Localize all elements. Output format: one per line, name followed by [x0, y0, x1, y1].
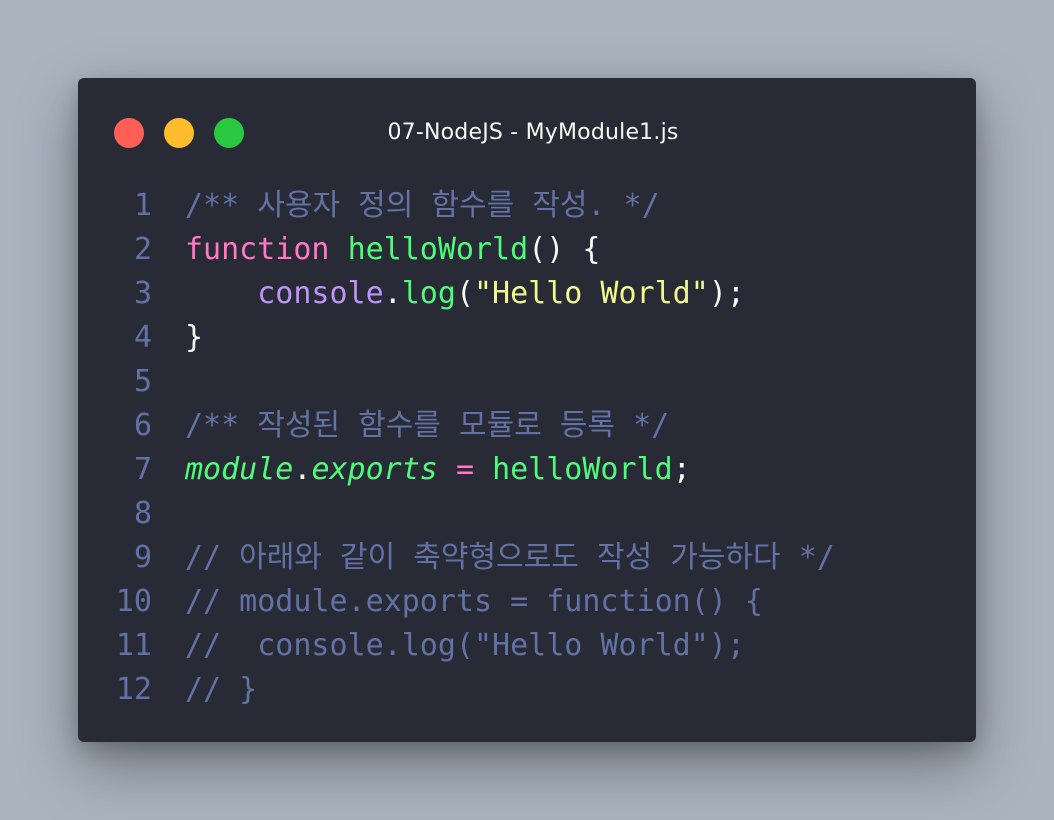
- line-number: 8: [133, 496, 152, 531]
- line-number: 1: [133, 188, 152, 223]
- code-token: (: [455, 276, 474, 311]
- window-title: 07-NodeJS - MyModule1.js: [387, 120, 679, 145]
- line-number: 12: [115, 672, 152, 707]
- code-text: module.exports = helloWorld;: [185, 448, 691, 492]
- code-token: );: [708, 276, 745, 311]
- code-token: "Hello World": [474, 276, 709, 311]
- line-number: 4: [133, 320, 152, 355]
- code-token: /** 작성된 함수를 모듈로 등록 */: [185, 408, 670, 443]
- code-token: /** 사용자 정의 함수를 작성. */: [185, 188, 660, 223]
- code-line: 4}: [78, 316, 976, 360]
- code-line: 11 // console.log("Hello World");: [78, 624, 976, 668]
- code-token: }: [185, 320, 204, 355]
- code-token: function: [185, 232, 330, 267]
- code-token: .: [293, 452, 312, 487]
- code-editor: 1 /** 사용자 정의 함수를 작성. */ 2 function helloWor…: [78, 184, 976, 712]
- code-line: 10 // module.exports = function() {: [78, 580, 976, 624]
- line-number: 2: [133, 232, 152, 267]
- code-line: 8: [78, 492, 976, 536]
- line-number: 7: [133, 452, 152, 487]
- line-number: 6: [133, 408, 152, 443]
- code-token: log: [401, 276, 456, 311]
- code-text: function helloWorld() {: [185, 228, 600, 272]
- code-token: =: [455, 452, 474, 487]
- code-text: /** 작성된 함수를 모듈로 등록 */: [185, 404, 669, 448]
- code-text: /** 사용자 정의 함수를 작성. */: [185, 184, 660, 228]
- code-line: 9 // 아래와 같이 축약형으로도 작성 가능하다 */: [78, 536, 976, 580]
- code-line: 1 /** 사용자 정의 함수를 작성. */: [78, 184, 976, 228]
- code-token: // }: [185, 672, 258, 707]
- code-text: console.log("Hello World");: [185, 272, 745, 316]
- code-token: // 아래와 같이 축약형으로도 작성 가능하다 */: [185, 540, 835, 575]
- code-line: 6 /** 작성된 함수를 모듈로 등록 */: [78, 404, 976, 448]
- code-text: // module.exports = function() {: [185, 580, 763, 624]
- code-line: 2 function helloWorld() {: [78, 228, 976, 272]
- code-text: // 아래와 같이 축약형으로도 작성 가능하다 */: [185, 536, 835, 580]
- code-token: // module.exports = function() {: [185, 584, 763, 619]
- line-number: 10: [115, 584, 152, 619]
- title-bar: 07-NodeJS - MyModule1.js: [78, 78, 976, 188]
- code-window: 07-NodeJS - MyModule1.js 1 /** 사용자 정의 함수를…: [78, 78, 976, 742]
- code-text: // console.log("Hello World");: [185, 624, 745, 668]
- code-line: 3 console.log("Hello World");: [78, 272, 976, 316]
- code-token: ;: [672, 452, 691, 487]
- code-token: helloWorld: [347, 232, 529, 267]
- code-line: 5: [78, 360, 976, 404]
- line-number: 3: [133, 276, 152, 311]
- code-line: 7 module.exports = helloWorld;: [78, 448, 976, 492]
- code-text: }: [185, 316, 203, 360]
- code-text: // }: [185, 668, 257, 712]
- code-token: // console.log("Hello World");: [185, 628, 745, 663]
- code-line: 12 // }: [78, 668, 976, 712]
- code-token: helloWorld: [492, 452, 673, 487]
- code-token: module: [185, 452, 294, 487]
- code-token: () {: [528, 232, 601, 267]
- line-number: 9: [133, 540, 152, 575]
- line-number: 11: [115, 628, 152, 663]
- code-token: exports: [311, 452, 438, 487]
- code-token: .: [383, 276, 402, 311]
- code-token: console: [257, 276, 384, 311]
- line-number: 5: [133, 364, 152, 399]
